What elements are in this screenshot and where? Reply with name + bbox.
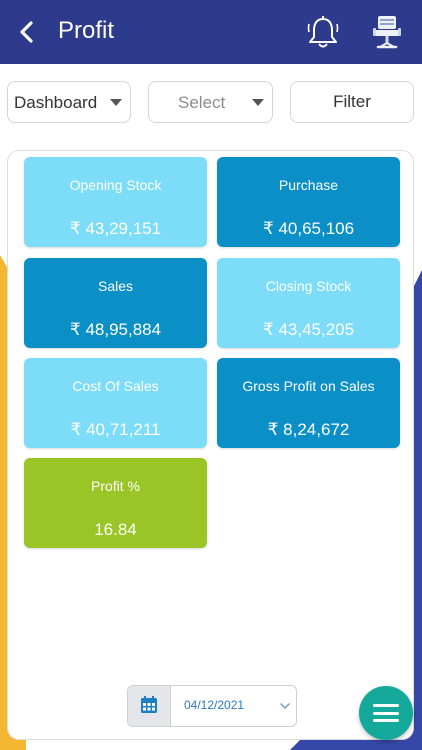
card-label: Profit % [90,478,140,494]
card-value: 16.84 [94,520,137,539]
menu-fab-button[interactable] [359,686,413,740]
card-value: ₹ 43,29,151 [69,219,162,238]
chevron-down-icon[interactable] [278,699,292,713]
card-closing-stock[interactable]: Closing Stock ₹ 43,45,205 [217,258,400,348]
chevron-left-icon [20,21,33,43]
card-purchase[interactable]: Purchase ₹ 40,65,106 [217,157,400,247]
select-dropdown[interactable]: Select [148,81,273,123]
date-value[interactable]: 04/12/2021 [184,698,244,712]
caret-down-icon [110,99,122,106]
select-dropdown-placeholder: Select [178,93,226,112]
card-label: Opening Stock [69,177,162,193]
card-label: Closing Stock [265,278,352,294]
back-button[interactable] [14,18,40,46]
profile-button[interactable] [370,14,404,50]
calendar-icon [141,696,157,713]
notification-button[interactable] [306,14,340,50]
page-title: Profit [58,17,115,44]
summary-panel: Opening Stock ₹ 43,29,151 Purchase ₹ 40,… [7,150,414,740]
card-opening-stock[interactable]: Opening Stock ₹ 43,29,151 [24,157,207,247]
card-gross-profit[interactable]: Gross Profit on Sales ₹ 8,24,672 [217,358,400,448]
card-label: Gross Profit on Sales [242,378,375,394]
card-value: ₹ 40,71,211 [70,420,161,439]
card-label: Sales [97,278,134,294]
card-profit-percent[interactable]: Profit % 16.84 [24,458,207,548]
filter-button[interactable]: Filter [290,81,414,123]
card-value: ₹ 40,65,106 [262,219,355,238]
dashboard-dropdown-value: Dashboard [14,93,98,112]
dashboard-dropdown[interactable]: Dashboard [7,81,131,123]
card-cost-of-sales[interactable]: Cost Of Sales ₹ 40,71,211 [24,358,207,448]
date-picker: 04/12/2021 [127,685,297,727]
caret-down-icon [252,99,264,106]
office-chair-icon [373,16,401,49]
filter-bar: Dashboard Select Filter [0,81,422,125]
bell-icon [307,16,339,48]
card-value: ₹ 8,24,672 [267,420,350,439]
card-value: ₹ 48,95,884 [69,320,162,339]
card-label: Purchase [278,177,339,193]
card-value: ₹ 43,45,205 [262,320,355,339]
card-label: Cost Of Sales [72,378,159,394]
card-sales[interactable]: Sales ₹ 48,95,884 [24,258,207,348]
calendar-button[interactable] [128,686,171,726]
app-header: Profit [0,0,422,64]
